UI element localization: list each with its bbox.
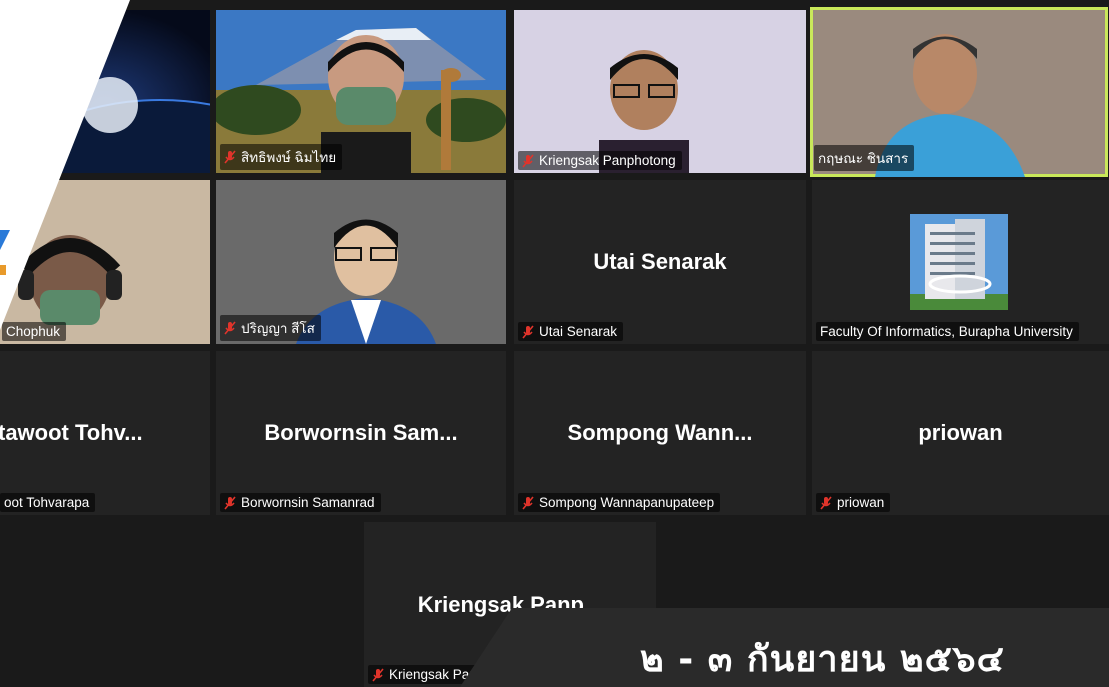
mic-muted-icon <box>522 495 534 510</box>
video-tile-2[interactable]: Kriengsak Panphotong <box>514 10 806 173</box>
video-tile-9[interactable]: Sompong Wann... Sompong Wannapanupateep <box>514 351 806 515</box>
mic-muted-icon <box>224 495 236 510</box>
participant-name-tag: ปริญญา สีโส <box>220 315 321 341</box>
mic-muted-icon <box>522 153 534 168</box>
mic-muted-icon <box>224 150 236 164</box>
mic-muted-icon <box>224 321 236 335</box>
participant-name-tag: Utai Senarak <box>518 322 624 341</box>
participant-center-name: priowan <box>918 420 1003 445</box>
mic-muted-icon <box>820 495 832 510</box>
mic-muted-icon <box>372 667 384 682</box>
video-tile-10[interactable]: priowan priowan <box>812 351 1109 515</box>
participant-center-name: Utai Senarak <box>593 249 727 274</box>
building-profile-picture <box>910 214 1008 310</box>
participant-name-tag: Faculty Of Informatics, Burapha Universi… <box>816 322 1079 341</box>
video-tile-1[interactable]: สิทธิพงษ์ ฉิมไทย <box>216 10 506 173</box>
mic-muted-icon <box>522 324 534 339</box>
video-tile-active-speaker[interactable]: กฤษณะ ชินสาร <box>810 7 1108 177</box>
participant-name-tag: priowan <box>816 493 891 512</box>
participant-name-tag: oot Tohvarapa <box>0 493 96 512</box>
event-banner-overlay <box>0 0 130 430</box>
participant-center-name: Borwornsin Sam... <box>264 420 458 445</box>
participant-name-tag: Borwornsin Samanrad <box>220 493 381 512</box>
video-tile-6[interactable]: Faculty Of Informatics, Burapha Universi… <box>812 180 1109 344</box>
video-tile-4[interactable]: ปริญญา สีโส <box>216 180 506 344</box>
participant-name-tag: กฤษณะ ชินสาร <box>814 145 915 171</box>
participant-center-name: Sompong Wann... <box>567 420 753 445</box>
participant-name-tag: Sompong Wannapanupateep <box>518 493 721 512</box>
participant-name-tag: สิทธิพงษ์ ฉิมไทย <box>220 144 343 170</box>
event-date-text: ๒ - ๓ กันยายน ๒๕๖๔ <box>640 639 1005 680</box>
video-tile-8[interactable]: Borwornsin Sam... Borwornsin Samanrad <box>216 351 506 515</box>
participant-name-tag: Kriengsak Panphotong <box>518 151 682 170</box>
video-tile-5[interactable]: Utai Senarak Utai Senarak <box>514 180 806 344</box>
